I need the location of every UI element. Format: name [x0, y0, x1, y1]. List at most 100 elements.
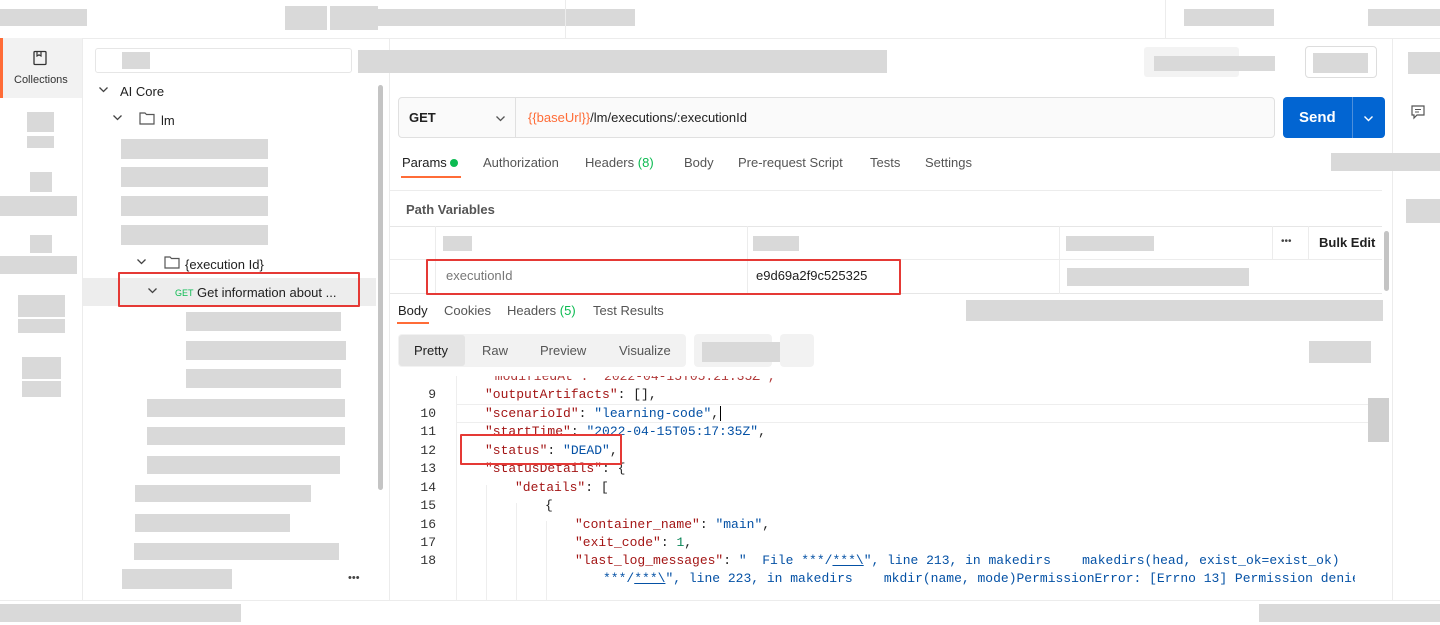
tree-item[interactable]	[147, 399, 345, 417]
redacted-header-key	[443, 236, 472, 251]
highlight-box	[460, 434, 622, 465]
redacted-label	[0, 196, 77, 216]
code-line-15: {	[545, 498, 553, 513]
chevron-down-icon[interactable]	[98, 84, 109, 98]
line-number: 16	[420, 517, 436, 532]
tree-item[interactable]	[134, 543, 339, 560]
redacted-icon[interactable]	[1408, 52, 1440, 74]
line-number: 9	[428, 387, 436, 402]
code-line-14: "details": [	[515, 480, 609, 495]
tab-authorization[interactable]: Authorization	[483, 155, 559, 170]
tree-item[interactable]	[147, 456, 340, 474]
code-scrollbar[interactable]	[1368, 398, 1389, 442]
tree-item[interactable]	[135, 514, 290, 532]
highlight-box	[426, 259, 901, 295]
view-mode-pretty[interactable]: Pretty	[414, 343, 448, 358]
redacted-description[interactable]	[1067, 268, 1249, 286]
url-path: /lm/executions/:executionId	[590, 110, 747, 125]
line-number: 14	[420, 480, 436, 495]
collections-icon	[32, 50, 48, 69]
response-tab-test-results[interactable]: Test Results	[593, 303, 664, 318]
redacted-icon[interactable]	[30, 235, 52, 253]
tree-item[interactable]	[121, 167, 268, 187]
tab-body[interactable]: Body	[684, 155, 714, 170]
chevron-down-icon[interactable]	[136, 256, 147, 270]
chevron-down-icon[interactable]	[112, 112, 123, 126]
params-scrollbar[interactable]	[1384, 231, 1389, 291]
tree-item[interactable]	[135, 485, 311, 502]
collections-label: Collections	[14, 74, 68, 86]
tree-item[interactable]	[186, 312, 341, 331]
tree-item[interactable]	[121, 225, 268, 245]
redacted-block	[1154, 56, 1275, 71]
tree-item[interactable]	[147, 427, 345, 445]
active-tab-indicator	[397, 322, 429, 324]
redacted-response-actions[interactable]	[1309, 341, 1371, 363]
line-number: 18	[420, 553, 436, 568]
redacted-block	[372, 9, 635, 26]
redacted-label	[0, 256, 77, 274]
send-options-chevron-icon[interactable]	[1363, 112, 1374, 127]
redacted-link[interactable]	[1331, 153, 1440, 171]
code-line-9: "outputArtifacts": [],	[485, 387, 657, 402]
redacted-block	[0, 9, 87, 26]
chevron-down-icon[interactable]	[495, 112, 506, 127]
comments-icon[interactable]	[1410, 104, 1426, 123]
folder-icon	[164, 255, 180, 272]
line-number: 17	[420, 535, 436, 550]
tree-root-ai-core[interactable]: AI Core	[120, 84, 164, 99]
code-line-10: "scenarioId": "learning-code",	[485, 406, 722, 421]
redacted-response-meta	[966, 300, 1383, 321]
send-button[interactable]: Send	[1299, 109, 1336, 126]
redacted-block	[285, 6, 327, 30]
view-mode-visualize[interactable]: Visualize	[619, 343, 671, 358]
sidebar-scrollbar[interactable]	[378, 85, 383, 490]
more-options-icon[interactable]: •••	[348, 572, 360, 584]
redacted-label	[18, 319, 65, 333]
redacted-icon[interactable]	[1406, 199, 1440, 223]
code-line-18: "last_log_messages": " File ***/***\", l…	[575, 553, 1345, 568]
response-tab-body[interactable]: Body	[398, 303, 428, 318]
tree-item[interactable]	[121, 139, 268, 159]
redacted-icon[interactable]	[22, 357, 61, 379]
redacted-status-left	[0, 604, 241, 622]
method-select[interactable]: GET	[409, 110, 436, 125]
tab-pre-request-script[interactable]: Pre-request Script	[738, 155, 843, 170]
wrap-toggle[interactable]	[780, 334, 814, 367]
redacted-icon[interactable]	[27, 112, 54, 132]
line-number: 12	[420, 443, 436, 458]
bulk-edit-button[interactable]: Bulk Edit	[1319, 235, 1375, 250]
tab-params[interactable]: Params	[402, 155, 447, 170]
line-number: 10	[420, 406, 436, 421]
redacted-header-value	[753, 236, 799, 251]
highlight-box	[118, 272, 360, 307]
tree-item[interactable]	[122, 569, 232, 589]
redacted-block	[330, 6, 378, 30]
line-number: 13	[420, 461, 436, 476]
tree-item[interactable]	[186, 369, 341, 388]
redacted-icon[interactable]	[30, 172, 52, 192]
tree-item[interactable]	[121, 196, 268, 216]
folder-icon	[139, 111, 155, 128]
code-line-16: "container_name": "main",	[575, 517, 771, 532]
response-tab-headers[interactable]: Headers (5)	[507, 303, 576, 318]
redacted-icon[interactable]	[18, 295, 65, 317]
code-line-18-wrap: ***/***\", line 223, in makedirs mkdir(n…	[603, 571, 1355, 586]
redacted-block	[1313, 53, 1368, 73]
tree-folder-lm[interactable]: lm	[161, 113, 175, 128]
line-number: 11	[420, 424, 436, 439]
tree-folder-execution-id[interactable]: {execution Id}	[185, 257, 264, 272]
view-mode-preview[interactable]: Preview	[540, 343, 586, 358]
redacted-breadcrumb	[358, 50, 887, 73]
url-input[interactable]: {{baseUrl}}/lm/executions/:executionId	[528, 110, 747, 125]
response-tab-cookies[interactable]: Cookies	[444, 303, 491, 318]
tab-tests[interactable]: Tests	[870, 155, 900, 170]
tree-item[interactable]	[186, 341, 346, 360]
tab-settings[interactable]: Settings	[925, 155, 972, 170]
more-options-icon[interactable]: •••	[1281, 236, 1292, 247]
tab-headers[interactable]: Headers (8)	[585, 155, 654, 170]
sidebar-tab-collections[interactable]: Collections	[0, 38, 82, 98]
params-status-dot	[450, 159, 458, 167]
redacted-block	[1184, 9, 1274, 26]
view-mode-raw[interactable]: Raw	[482, 343, 508, 358]
